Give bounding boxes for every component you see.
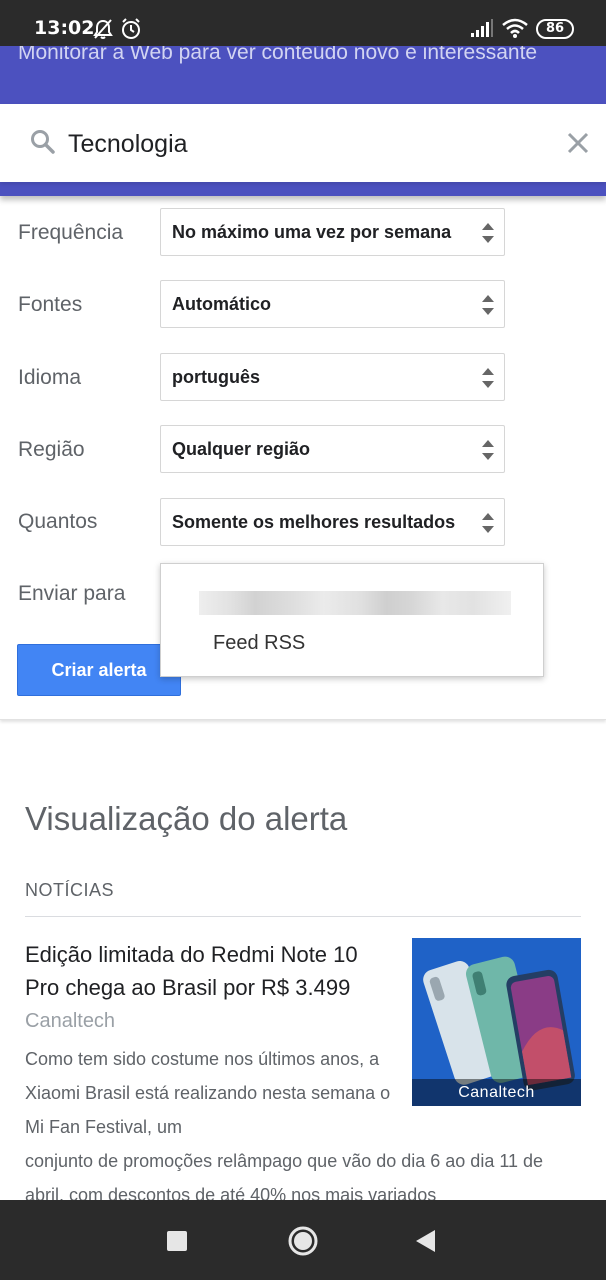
battery-indicator: 86 bbox=[536, 19, 574, 39]
select-arrows-icon bbox=[482, 223, 494, 243]
status-bar: 13:02 86 bbox=[0, 0, 606, 46]
back-icon[interactable] bbox=[414, 1228, 438, 1254]
article-title[interactable]: Edição limitada do Redmi Note 10 Pro che… bbox=[25, 938, 395, 1004]
region-label: Região bbox=[18, 438, 85, 461]
region-value: Qualquer região bbox=[172, 439, 311, 459]
section-divider bbox=[25, 916, 581, 917]
redacted-email-option[interactable] bbox=[199, 591, 511, 615]
bell-off-icon bbox=[93, 19, 113, 39]
quantity-value: Somente os melhores resultados bbox=[172, 512, 456, 532]
frequency-label: Frequência bbox=[18, 221, 124, 244]
article-snippet: Como tem sido costume nos últimos anos, … bbox=[25, 1049, 391, 1137]
region-select[interactable]: Qualquer região bbox=[160, 425, 505, 473]
signal-icon bbox=[471, 19, 493, 37]
select-arrows-icon bbox=[482, 513, 494, 533]
article-source: Canaltech bbox=[25, 1010, 116, 1032]
language-value: português bbox=[172, 367, 260, 387]
select-arrows-icon bbox=[482, 440, 494, 460]
home-icon[interactable] bbox=[287, 1225, 319, 1257]
dropdown-item-rss[interactable]: Feed RSS bbox=[213, 632, 305, 655]
language-label: Idioma bbox=[18, 366, 82, 389]
send-to-dropdown: Feed RSS bbox=[160, 563, 544, 677]
frequency-select[interactable]: No máximo uma vez por semana bbox=[160, 208, 505, 256]
close-icon[interactable] bbox=[566, 131, 590, 155]
wifi-icon bbox=[502, 18, 528, 38]
news-section-label: NOTÍCIAS bbox=[25, 880, 115, 900]
navigation-bar bbox=[0, 1200, 606, 1280]
search-input[interactable]: Tecnologia bbox=[68, 130, 188, 159]
header-band: Monitorar a Web para ver conteúdo novo e… bbox=[0, 46, 606, 104]
frequency-value: No máximo uma vez por semana bbox=[172, 222, 452, 242]
article-thumbnail[interactable]: Canaltech bbox=[412, 938, 581, 1106]
select-arrows-icon bbox=[482, 295, 494, 315]
alarm-icon bbox=[122, 18, 140, 39]
sources-select[interactable]: Automático bbox=[160, 280, 505, 328]
preview-title: Visualização do alerta bbox=[25, 800, 348, 837]
thumbnail-caption: Canaltech bbox=[412, 1079, 581, 1106]
header-subtitle: Monitorar a Web para ver conteúdo novo e… bbox=[18, 46, 538, 64]
search-icon bbox=[31, 130, 55, 154]
send-to-label: Enviar para bbox=[18, 582, 126, 605]
status-time: 13:02 bbox=[34, 17, 95, 39]
create-alert-button[interactable]: Criar alerta bbox=[17, 644, 181, 696]
quantity-select[interactable]: Somente os melhores resultados bbox=[160, 498, 505, 546]
select-arrows-icon bbox=[482, 368, 494, 388]
recent-apps-icon[interactable] bbox=[166, 1230, 188, 1252]
sources-value: Automático bbox=[172, 294, 271, 314]
language-select[interactable]: português bbox=[160, 353, 505, 401]
sources-label: Fontes bbox=[18, 293, 83, 316]
quantity-label: Quantos bbox=[18, 510, 98, 533]
